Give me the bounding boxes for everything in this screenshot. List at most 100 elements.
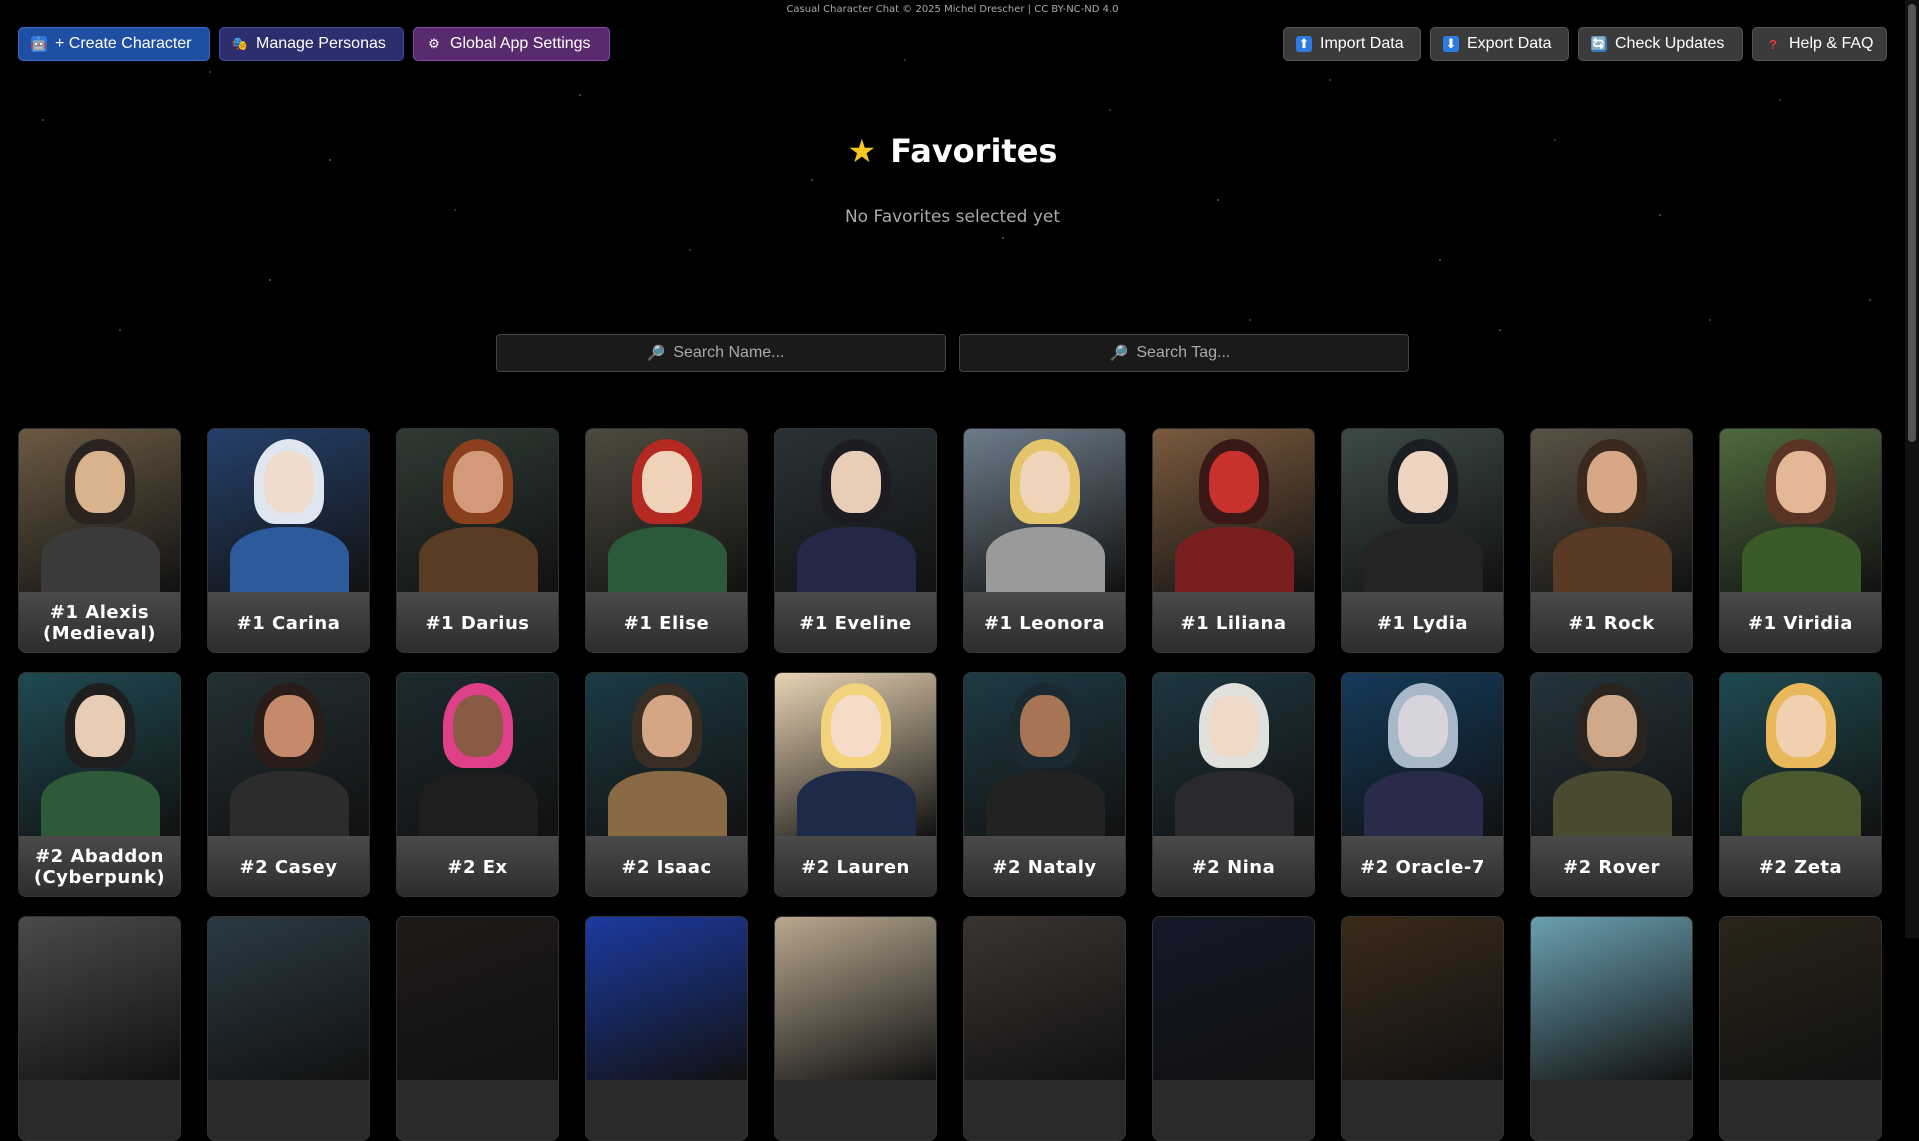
character-portrait (775, 673, 936, 836)
character-card[interactable]: #1 Carina (207, 428, 370, 653)
character-card[interactable]: #2 Zeta (1719, 672, 1882, 897)
character-portrait (1720, 429, 1881, 592)
search-tag-input[interactable] (1134, 343, 1259, 363)
check-updates-label: Check Updates (1615, 35, 1725, 52)
character-card[interactable]: #2 Rover (1530, 672, 1693, 897)
download-icon: ⬇ (1443, 36, 1459, 52)
character-card[interactable]: #1 Rock (1530, 428, 1693, 653)
character-card[interactable]: #1 Darius (396, 428, 559, 653)
search-tag-box[interactable]: 🔎 (959, 334, 1409, 372)
character-name: #1 Lydia (1342, 592, 1503, 652)
character-card[interactable]: #2 Casey (207, 672, 370, 897)
character-portrait (1153, 429, 1314, 592)
character-card[interactable]: #1 Lydia (1341, 428, 1504, 653)
character-card[interactable]: #1 Leonora (963, 428, 1126, 653)
character-portrait (397, 917, 558, 1080)
character-card[interactable]: #1 Eveline (774, 428, 937, 653)
character-name: #2 Nataly (964, 836, 1125, 896)
portrait-body (230, 771, 349, 836)
question-icon: ? (1769, 36, 1777, 52)
character-card[interactable] (207, 916, 370, 1141)
export-data-button[interactable]: ⬇ Export Data (1430, 27, 1569, 61)
manage-personas-button[interactable]: 🎭 Manage Personas (219, 27, 404, 61)
character-card[interactable]: #2 Lauren (774, 672, 937, 897)
portrait-face (642, 451, 692, 513)
character-card[interactable] (1152, 916, 1315, 1141)
scrollbar-thumb[interactable] (1908, 4, 1916, 442)
character-name: #2 Abaddon (Cyberpunk) (19, 836, 180, 896)
create-character-button[interactable]: 🤖 + Create Character (18, 27, 210, 61)
character-name: #2 Casey (208, 836, 369, 896)
help-faq-label: Help & FAQ (1789, 35, 1874, 52)
character-card[interactable] (18, 916, 181, 1141)
search-name-input[interactable] (671, 343, 796, 363)
character-name: #1 Alexis (Medieval) (19, 592, 180, 652)
import-data-button[interactable]: ⬆ Import Data (1283, 27, 1421, 61)
character-card[interactable]: #2 Nataly (963, 672, 1126, 897)
character-portrait (208, 429, 369, 592)
character-card[interactable]: #2 Ex (396, 672, 559, 897)
character-name: #2 Ex (397, 836, 558, 896)
character-name: #2 Zeta (1720, 836, 1881, 896)
favorites-heading: ★ Favorites (0, 132, 1905, 170)
help-faq-button[interactable]: ? Help & FAQ (1752, 27, 1887, 61)
character-card[interactable]: #1 Alexis (Medieval) (18, 428, 181, 653)
portrait-face (1020, 695, 1070, 757)
character-name: #2 Isaac (586, 836, 747, 896)
magnifier-icon: 🔎 (646, 345, 666, 362)
character-card[interactable] (774, 916, 937, 1141)
portrait-body (1175, 771, 1294, 836)
portrait-face (1587, 695, 1637, 757)
character-card[interactable] (963, 916, 1126, 1141)
character-portrait (19, 429, 180, 592)
character-card[interactable]: #2 Oracle-7 (1341, 672, 1504, 897)
robot-icon: 🤖 (30, 36, 48, 52)
character-card[interactable]: #2 Nina (1152, 672, 1315, 897)
portrait-face (75, 451, 125, 513)
character-portrait (208, 673, 369, 836)
character-card[interactable] (396, 916, 559, 1141)
character-name: #1 Darius (397, 592, 558, 652)
character-portrait (586, 917, 747, 1080)
character-portrait (1153, 917, 1314, 1080)
theater-masks-icon: 🎭 (231, 36, 249, 51)
character-portrait (586, 673, 747, 836)
character-name: #2 Lauren (775, 836, 936, 896)
portrait-body (986, 527, 1105, 592)
character-name: #1 Elise (586, 592, 747, 652)
portrait-face (1587, 451, 1637, 513)
scrollbar[interactable] (1905, 0, 1919, 938)
gear-icon: ⚙ (428, 36, 440, 51)
refresh-icon: 🔄 (1590, 36, 1608, 52)
character-card[interactable]: #2 Isaac (585, 672, 748, 897)
character-card[interactable] (1719, 916, 1882, 1141)
character-card[interactable]: #1 Viridia (1719, 428, 1882, 653)
character-card[interactable] (585, 916, 748, 1141)
character-portrait (1720, 673, 1881, 836)
character-name: #2 Rover (1531, 836, 1692, 896)
character-card[interactable] (1341, 916, 1504, 1141)
create-character-label: + Create Character (55, 35, 192, 52)
portrait-face (264, 451, 314, 513)
character-portrait (1531, 673, 1692, 836)
portrait-body (1742, 527, 1861, 592)
character-card[interactable]: #1 Elise (585, 428, 748, 653)
character-name: #2 Oracle-7 (1342, 836, 1503, 896)
global-app-settings-button[interactable]: ⚙ Global App Settings (413, 27, 610, 61)
character-card[interactable]: #1 Liliana (1152, 428, 1315, 653)
upload-icon: ⬆ (1296, 36, 1312, 52)
global-app-settings-label: Global App Settings (450, 35, 591, 52)
search-name-box[interactable]: 🔎 (496, 334, 946, 372)
portrait-face (1209, 695, 1259, 757)
portrait-body (1364, 527, 1483, 592)
character-card[interactable] (1530, 916, 1693, 1141)
portrait-face (75, 695, 125, 757)
portrait-face (642, 695, 692, 757)
portrait-body (608, 527, 727, 592)
portrait-face (831, 695, 881, 757)
character-card[interactable]: #2 Abaddon (Cyberpunk) (18, 672, 181, 897)
check-updates-button[interactable]: 🔄 Check Updates (1578, 27, 1743, 61)
portrait-face (1776, 451, 1826, 513)
portrait-face (1020, 451, 1070, 513)
character-portrait (1531, 429, 1692, 592)
